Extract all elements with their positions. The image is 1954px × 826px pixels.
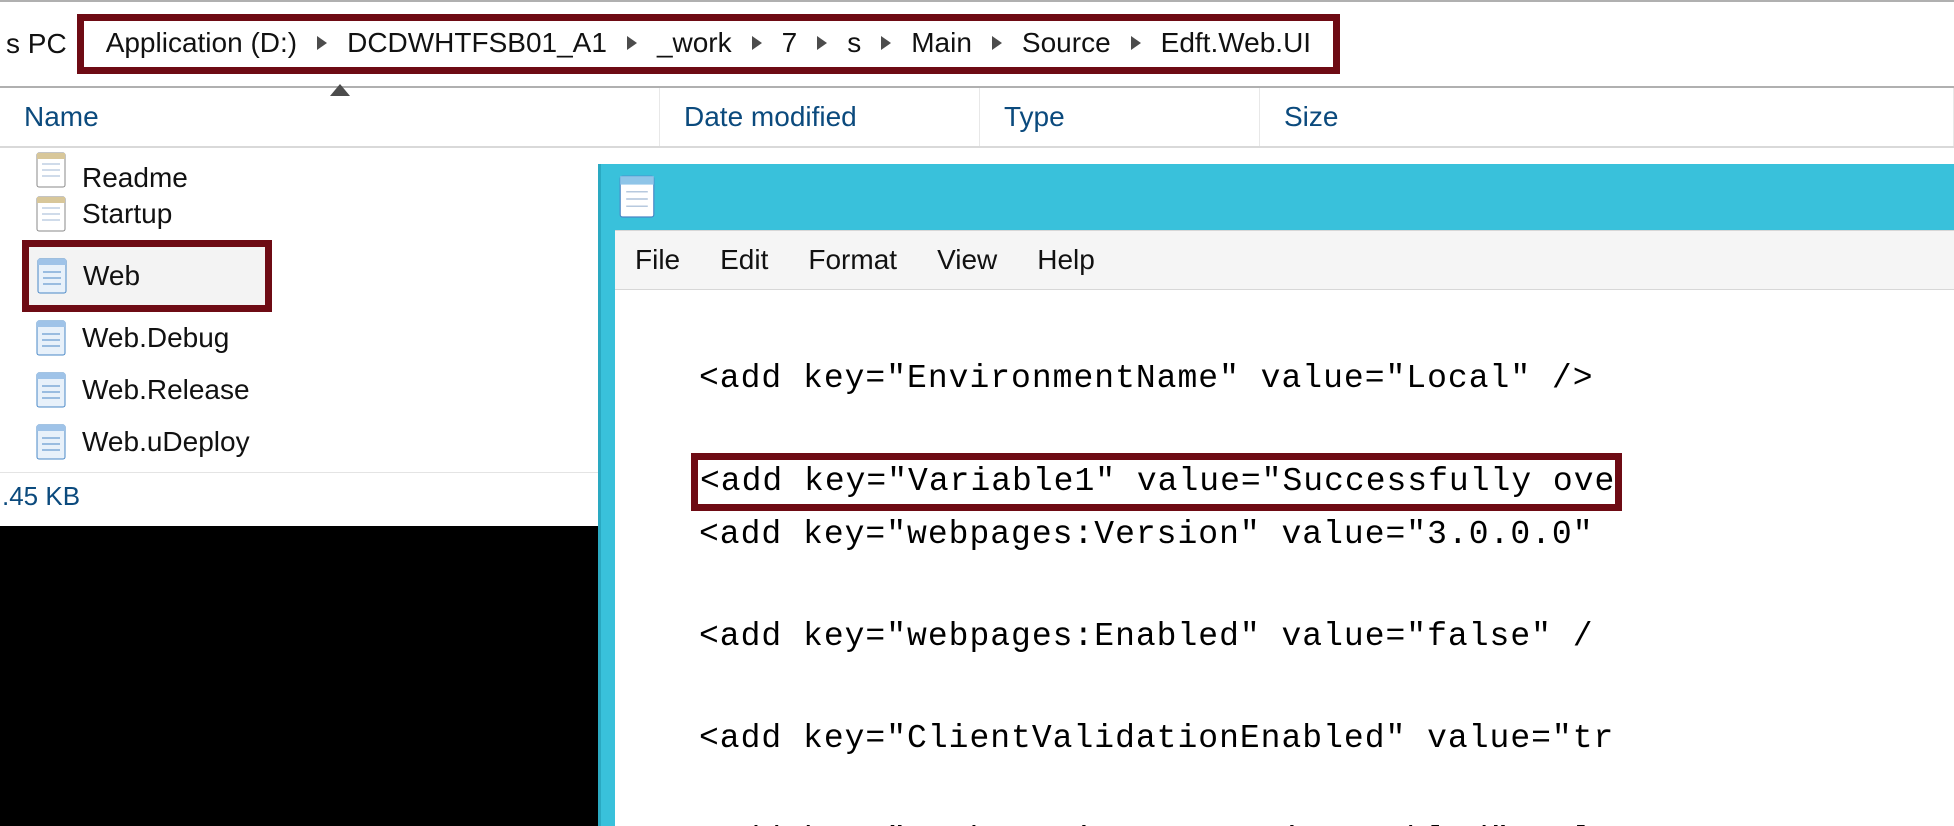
breadcrumb-item[interactable]: _work xyxy=(653,27,736,59)
chevron-right-icon xyxy=(817,36,827,50)
column-headers: Name Date modified Type Size xyxy=(0,88,1954,148)
menu-format[interactable]: Format xyxy=(802,242,903,278)
breadcrumb-item[interactable]: 7 xyxy=(778,27,802,59)
file-name: Web.uDeploy xyxy=(82,426,250,458)
menu-view[interactable]: View xyxy=(931,242,1003,278)
breadcrumb-item[interactable]: Edft.Web.UI xyxy=(1157,27,1315,59)
notepad-menubar: File Edit Format View Help xyxy=(615,230,1954,290)
column-header-size[interactable]: Size xyxy=(1260,88,1954,146)
chevron-right-icon xyxy=(881,36,891,50)
file-name: Readme xyxy=(82,168,188,188)
breadcrumb-item[interactable]: DCDWHTFSB01_A1 xyxy=(343,27,611,59)
breadcrumb-item[interactable]: Application (D:) xyxy=(102,27,301,59)
notepad-icon xyxy=(619,175,655,219)
code-line: <add key="EnvironmentName" value="Local"… xyxy=(615,353,1954,404)
file-name: Web.Debug xyxy=(82,322,229,354)
config-file-icon xyxy=(37,258,67,294)
breadcrumb-path[interactable]: Application (D:) DCDWHTFSB01_A1 _work 7 … xyxy=(77,14,1340,74)
notepad-text-area[interactable]: <add key="EnvironmentName" value="Local"… xyxy=(615,290,1954,826)
menu-edit[interactable]: Edit xyxy=(714,242,774,278)
file-name: Web xyxy=(83,260,140,292)
chevron-right-icon xyxy=(752,36,762,50)
breadcrumb-item[interactable]: Main xyxy=(907,27,976,59)
menu-help[interactable]: Help xyxy=(1031,242,1101,278)
chevron-right-icon xyxy=(1131,36,1141,50)
breadcrumb-item[interactable]: s xyxy=(843,27,865,59)
chevron-right-icon xyxy=(317,36,327,50)
console-area xyxy=(0,526,598,826)
notepad-window[interactable]: File Edit Format View Help <add key="Env… xyxy=(598,164,1954,826)
status-bar-size: .45 KB xyxy=(0,472,598,520)
chevron-right-icon xyxy=(627,36,637,50)
file-name: Web.Release xyxy=(82,374,250,406)
config-file-icon xyxy=(36,424,66,460)
address-bar[interactable]: s PC Application (D:) DCDWHTFSB01_A1 _wo… xyxy=(0,0,1954,88)
code-line: <add key="webpages:Version" value="3.0.0… xyxy=(615,509,1954,560)
column-header-name[interactable]: Name xyxy=(0,88,660,146)
code-line: <add key="webpages:Enabled" value="false… xyxy=(615,611,1954,662)
breadcrumb-item[interactable]: Source xyxy=(1018,27,1115,59)
config-file-icon xyxy=(36,372,66,408)
breadcrumb-prefix: s PC xyxy=(6,28,67,60)
sort-ascending-icon xyxy=(330,84,350,96)
menu-file[interactable]: File xyxy=(629,242,686,278)
code-line: <add key="UnobtrusiveJavaScriptEnabled" … xyxy=(615,815,1954,826)
column-header-date[interactable]: Date modified xyxy=(660,88,980,146)
chevron-right-icon xyxy=(992,36,1002,50)
column-header-type[interactable]: Type xyxy=(980,88,1260,146)
code-line-highlighted: <add key="Variable1" value="Successfully… xyxy=(691,453,1622,511)
text-file-icon xyxy=(36,152,66,188)
notepad-titlebar[interactable] xyxy=(601,164,1954,230)
config-file-icon xyxy=(36,320,66,356)
list-item-selected[interactable]: Web xyxy=(22,240,272,312)
code-line: <add key="ClientValidationEnabled" value… xyxy=(615,713,1954,764)
text-file-icon xyxy=(36,196,66,232)
file-name: Startup xyxy=(82,198,172,230)
